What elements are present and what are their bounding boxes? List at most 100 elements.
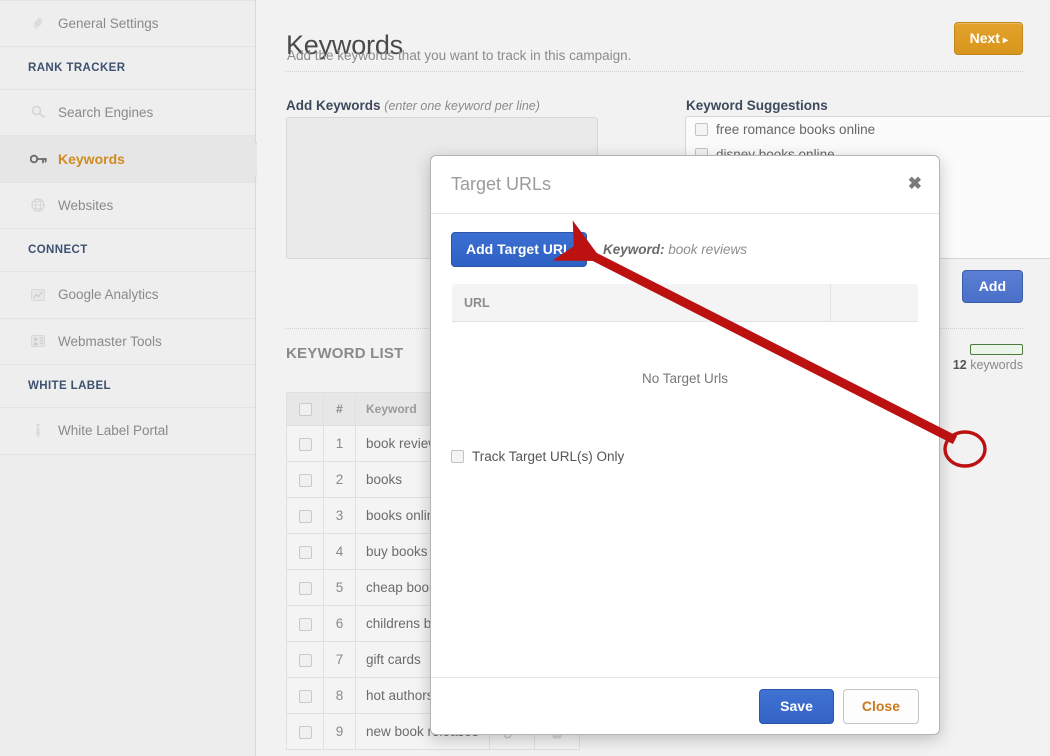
sidebar-item-search-engines[interactable]: Search Engines [0, 90, 255, 137]
save-button[interactable]: Save [759, 689, 834, 724]
row-checkbox[interactable] [299, 582, 312, 595]
row-checkbox[interactable] [299, 510, 312, 523]
close-button[interactable]: Close [843, 689, 919, 724]
row-select-cell[interactable] [287, 462, 324, 498]
sidebar-header-connect: CONNECT [0, 229, 255, 272]
sidebar-item-label: Webmaster Tools [58, 334, 162, 349]
sidebar-item-keywords[interactable]: Keywords [0, 136, 255, 183]
add-keywords-button[interactable]: Add [962, 270, 1023, 303]
target-url-table-head: URL [452, 284, 919, 322]
target-urls-modal: Target URLs ✖ Add Target URL Keyword: bo… [430, 155, 940, 735]
row-checkbox[interactable] [299, 654, 312, 667]
sidebar-item-label: Websites [58, 198, 113, 213]
close-icon[interactable]: ✖ [908, 175, 922, 192]
keyword-quota: 12 keywords [953, 344, 1023, 372]
modal-keyword-note: Keyword: book reviews [603, 242, 747, 257]
sidebar-item-label: Keywords [58, 151, 125, 167]
divider-top [286, 71, 1023, 72]
sidebar-item-label: Search Engines [58, 105, 153, 120]
sidebar-header-white-label: WHITE LABEL [0, 365, 255, 408]
suggestion-item[interactable]: free romance books online [686, 117, 1050, 142]
header-select-all[interactable] [287, 393, 324, 426]
keyword-quota-bar-row [953, 344, 1023, 355]
header-url-actions [831, 284, 919, 322]
row-number: 3 [324, 498, 356, 534]
track-target-urls-only-row[interactable]: Track Target URL(s) Only [451, 449, 919, 464]
target-url-table-body: No Target Urls [452, 322, 919, 435]
header-number: # [324, 393, 356, 426]
track-target-urls-checkbox[interactable] [451, 450, 464, 463]
row-checkbox[interactable] [299, 438, 312, 451]
row-select-cell[interactable] [287, 570, 324, 606]
row-select-cell[interactable] [287, 534, 324, 570]
add-keywords-label: Add Keywords (enter one keyword per line… [286, 98, 540, 113]
next-button[interactable]: Next▸ [954, 22, 1023, 55]
caret-right-icon: ▸ [1003, 35, 1008, 46]
modal-body: Add Target URL Keyword: book reviews URL… [431, 214, 939, 464]
tie-icon [28, 421, 48, 441]
table-row: No Target Urls [452, 322, 919, 435]
track-target-urls-label: Track Target URL(s) Only [472, 449, 624, 464]
row-select-cell[interactable] [287, 606, 324, 642]
row-select-cell[interactable] [287, 642, 324, 678]
key-icon [28, 149, 48, 169]
globe-icon [28, 195, 48, 215]
select-all-checkbox[interactable] [299, 403, 312, 416]
add-target-url-label: Add Target URL [466, 241, 572, 257]
row-checkbox[interactable] [299, 474, 312, 487]
keyword-quota-count: 12 [953, 358, 967, 372]
suggestion-checkbox[interactable] [695, 123, 708, 136]
row-number: 9 [324, 714, 356, 750]
row-checkbox[interactable] [299, 726, 312, 739]
header-url: URL [452, 284, 831, 322]
sidebar-item-websites[interactable]: Websites [0, 183, 255, 230]
sidebar-item-white-label-portal[interactable]: White Label Portal [0, 408, 255, 455]
chart-icon [28, 285, 48, 305]
sidebar-item-webmaster-tools[interactable]: Webmaster Tools [0, 319, 255, 366]
sidebar-item-label: General Settings [58, 16, 159, 31]
add-keywords-label-text: Add Keywords [286, 98, 381, 113]
table-header-row: URL [452, 284, 919, 322]
sidebar-item-google-analytics[interactable]: Google Analytics [0, 272, 255, 319]
sidebar-header-label: WHITE LABEL [28, 380, 111, 392]
row-number: 8 [324, 678, 356, 714]
add-button-label: Add [979, 278, 1006, 294]
row-number: 2 [324, 462, 356, 498]
sidebar-header-label: CONNECT [28, 244, 88, 256]
row-checkbox[interactable] [299, 618, 312, 631]
next-button-label: Next [970, 30, 1000, 46]
suggestion-label: free romance books online [716, 122, 875, 137]
empty-state-message: No Target Urls [452, 322, 919, 435]
save-button-label: Save [780, 698, 813, 714]
row-select-cell[interactable] [287, 426, 324, 462]
gear-icon [28, 13, 48, 33]
keyword-quota-text: 12 keywords [953, 358, 1023, 372]
sidebar-item-label: Google Analytics [58, 287, 159, 302]
modal-footer: Save Close [431, 677, 939, 734]
sidebar: General Settings RANK TRACKER Search Eng… [0, 0, 256, 756]
row-number: 6 [324, 606, 356, 642]
keyword-suggestions-label-text: Keyword Suggestions [686, 98, 828, 113]
sidebar-header-label: RANK TRACKER [28, 62, 125, 74]
row-number: 7 [324, 642, 356, 678]
row-number: 5 [324, 570, 356, 606]
row-select-cell[interactable] [287, 678, 324, 714]
modal-title: Target URLs [451, 174, 551, 195]
close-button-label: Close [862, 698, 900, 714]
sidebar-header-rank-tracker: RANK TRACKER [0, 47, 255, 90]
magnifier-icon [28, 102, 48, 122]
add-target-url-button[interactable]: Add Target URL [451, 232, 587, 267]
row-checkbox[interactable] [299, 546, 312, 559]
sidebar-item-general-settings[interactable]: General Settings [0, 0, 255, 47]
keyword-quota-unit: keywords [970, 358, 1023, 372]
row-select-cell[interactable] [287, 714, 324, 750]
page-subtitle: Add the keywords that you want to track … [287, 48, 631, 63]
row-checkbox[interactable] [299, 690, 312, 703]
modal-keyword-label: Keyword: [603, 242, 665, 257]
add-keywords-hint: (enter one keyword per line) [384, 99, 540, 113]
row-number: 4 [324, 534, 356, 570]
target-url-table: URL No Target Urls [451, 283, 919, 435]
keyword-list-title: KEYWORD LIST [286, 345, 403, 362]
row-number: 1 [324, 426, 356, 462]
row-select-cell[interactable] [287, 498, 324, 534]
